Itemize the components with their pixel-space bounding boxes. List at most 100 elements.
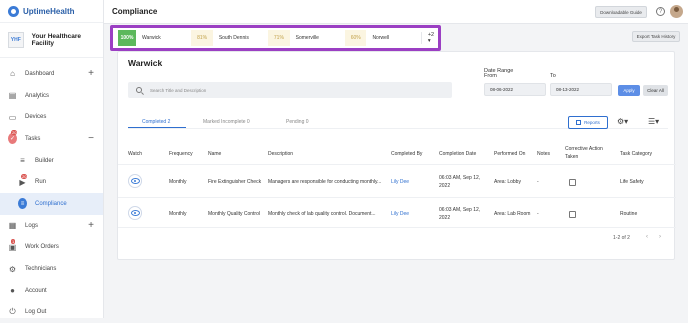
home-icon: ⌂ [10,69,15,79]
corrective-action-checkbox[interactable] [569,211,576,218]
to-date-field[interactable]: 08-13-2022 [550,83,612,96]
sidebar-item-label: Log Out [25,309,47,316]
clear-all-button[interactable]: Clear All [643,85,668,96]
sidebar-item-label: Analytics [25,92,50,99]
sidebar-item-devices[interactable]: ▭ Devices [0,106,103,128]
column-header-frequency: Frequency [169,151,193,157]
from-date-field[interactable]: 08-06-2022 [484,83,546,96]
cell-description: Monthly check of lab quality control. Do… [268,211,376,217]
column-header-name: Name [208,151,222,157]
work-orders-badge: 1 [11,238,16,244]
brand-logo[interactable]: UptimeHealth [0,0,103,22]
sidebar-item-work-orders[interactable]: ▣ 1 Work Orders [0,237,103,259]
apply-button[interactable]: Apply [618,85,640,96]
cell-performed-on: Area: Lobby [494,179,521,185]
facility-name: Your Healthcare Facility [31,33,81,47]
sidebar-item-compliance[interactable]: ≡ Compliance [0,193,103,215]
facility-tab-pct[interactable]: 60% [345,30,367,46]
row-divider [118,227,676,228]
tab-pending[interactable]: Pending 0 [286,119,309,125]
filter-icon[interactable]: ☰▾ [648,117,659,126]
help-icon[interactable]: ? [656,7,665,16]
brand-logo-icon [8,5,19,17]
facility-selector[interactable]: YHF Your Healthcare Facility [0,22,103,58]
sidebar: UptimeHealth YHF Your Healthcare Facilit… [0,0,104,318]
tab-completed[interactable]: Completed 2 [142,119,170,125]
gear-icon: ⚙ [8,264,17,274]
expand-plus-icon[interactable]: + [88,220,94,231]
facility-logo: YHF [8,32,24,48]
sidebar-item-label: Builder [35,157,54,164]
cell-performed-on: Area: Lab Room [494,211,531,217]
row-divider [118,197,676,198]
compliance-card: Warwick Search Title and Description Dat… [117,51,676,260]
sidebar-item-tasks[interactable]: ✓ 20 Tasks − [0,128,103,150]
sidebar-item-label: Devices [25,114,47,121]
facility-tab-south-dennis[interactable]: South Dennis [213,35,261,41]
export-task-history-button[interactable]: Export Task History [632,31,680,42]
sidebar-item-builder[interactable]: ≡ Builder [0,150,103,172]
tasks-badge: 20 [11,130,18,136]
column-header-completion-date: Completion Date [439,151,477,157]
sidebar-item-logs[interactable]: ▦ Logs + [0,215,103,237]
downloadable-guide-button[interactable]: Downloadable Guide [595,6,647,18]
cell-frequency: Monthly [169,179,187,185]
sidebar-item-label: Account [25,287,47,294]
column-header-completed-by: Completed By [391,151,423,157]
user-icon: ● [10,286,15,296]
search-input[interactable]: Search Title and Description [128,82,452,98]
chevron-right-icon[interactable]: › [659,234,661,240]
sidebar-item-analytics[interactable]: ▤ Analytics [0,85,103,107]
column-header-corrective-action: Corrective Action Taken [565,146,603,160]
facility-tab-pct[interactable]: 100% [118,30,136,46]
cell-date-line2: 2022 [439,215,451,221]
sidebar-item-logout[interactable]: ⏻ Log Out [0,302,103,323]
expand-plus-icon[interactable]: + [88,68,94,79]
avatar[interactable] [670,5,683,18]
cell-notes: - [537,179,539,185]
facility-tab-norwell[interactable]: Norwell [366,35,414,41]
settings-gear-icon[interactable]: ⚙▾ [617,117,628,126]
eye-icon [130,210,140,216]
column-header-notes: Notes [537,151,551,157]
sidebar-item-technicians[interactable]: ⚙ Technicians [0,258,103,280]
cell-frequency: Monthly [169,211,187,217]
sidebar-item-label: Work Orders [25,244,59,251]
facility-tabs-more[interactable]: +2 ▾ [420,32,438,44]
sidebar-item-account[interactable]: ● Account [0,280,103,302]
tab-marked-incomplete[interactable]: Marked Incomplete 0 [203,119,250,125]
power-icon: ⏻ [9,307,16,317]
sidebar-item-label: Logs [25,222,39,229]
sidebar-item-run[interactable]: ▶ 20 Run [0,171,103,193]
run-badge: 20 [21,173,28,179]
card-title: Warwick [128,58,163,68]
sidebar-item-label: Tasks [25,135,41,142]
sidebar-item-label: Compliance [35,200,67,207]
chevron-left-icon[interactable]: ‹ [646,234,648,240]
reports-button[interactable]: Reports [568,116,608,129]
cell-completed-by-link[interactable]: Lily Dee [391,178,409,186]
facility-tab-warwick[interactable]: Warwick [136,35,184,41]
builder-icon: ≡ [20,156,25,166]
sidebar-item-label: Technicians [25,266,57,273]
chart-icon: ▤ [8,91,17,101]
cell-date-line1: 06:03 AM, Sep 12, [439,207,481,213]
cell-date-line1: 06:03 AM, Sep 12, [439,175,481,181]
watch-eye-button[interactable] [128,174,142,188]
to-label: To [550,73,556,79]
sidebar-nav: ⌂ Dashboard + ▤ Analytics ▭ Devices ✓ 20 … [0,58,103,323]
cell-notes: - [537,211,539,217]
column-header-task-category: Task Category [620,151,652,157]
facility-tab-pct[interactable]: 71% [268,30,290,46]
watch-eye-button[interactable] [128,206,142,220]
sidebar-item-dashboard[interactable]: ⌂ Dashboard + [0,63,103,85]
collapse-minus-icon[interactable]: − [88,133,94,144]
reports-label: Reports [584,120,600,125]
facility-tab-somerville[interactable]: Somerville [290,35,338,41]
cell-completed-by-link[interactable]: Lily Dee [391,210,409,218]
sidebar-item-label: Run [35,179,47,186]
facility-tab-pct[interactable]: 81% [191,30,213,46]
corrective-action-checkbox[interactable] [569,179,576,186]
search-icon [136,87,142,93]
pagination-status: 1-2 of 2 [613,235,630,241]
